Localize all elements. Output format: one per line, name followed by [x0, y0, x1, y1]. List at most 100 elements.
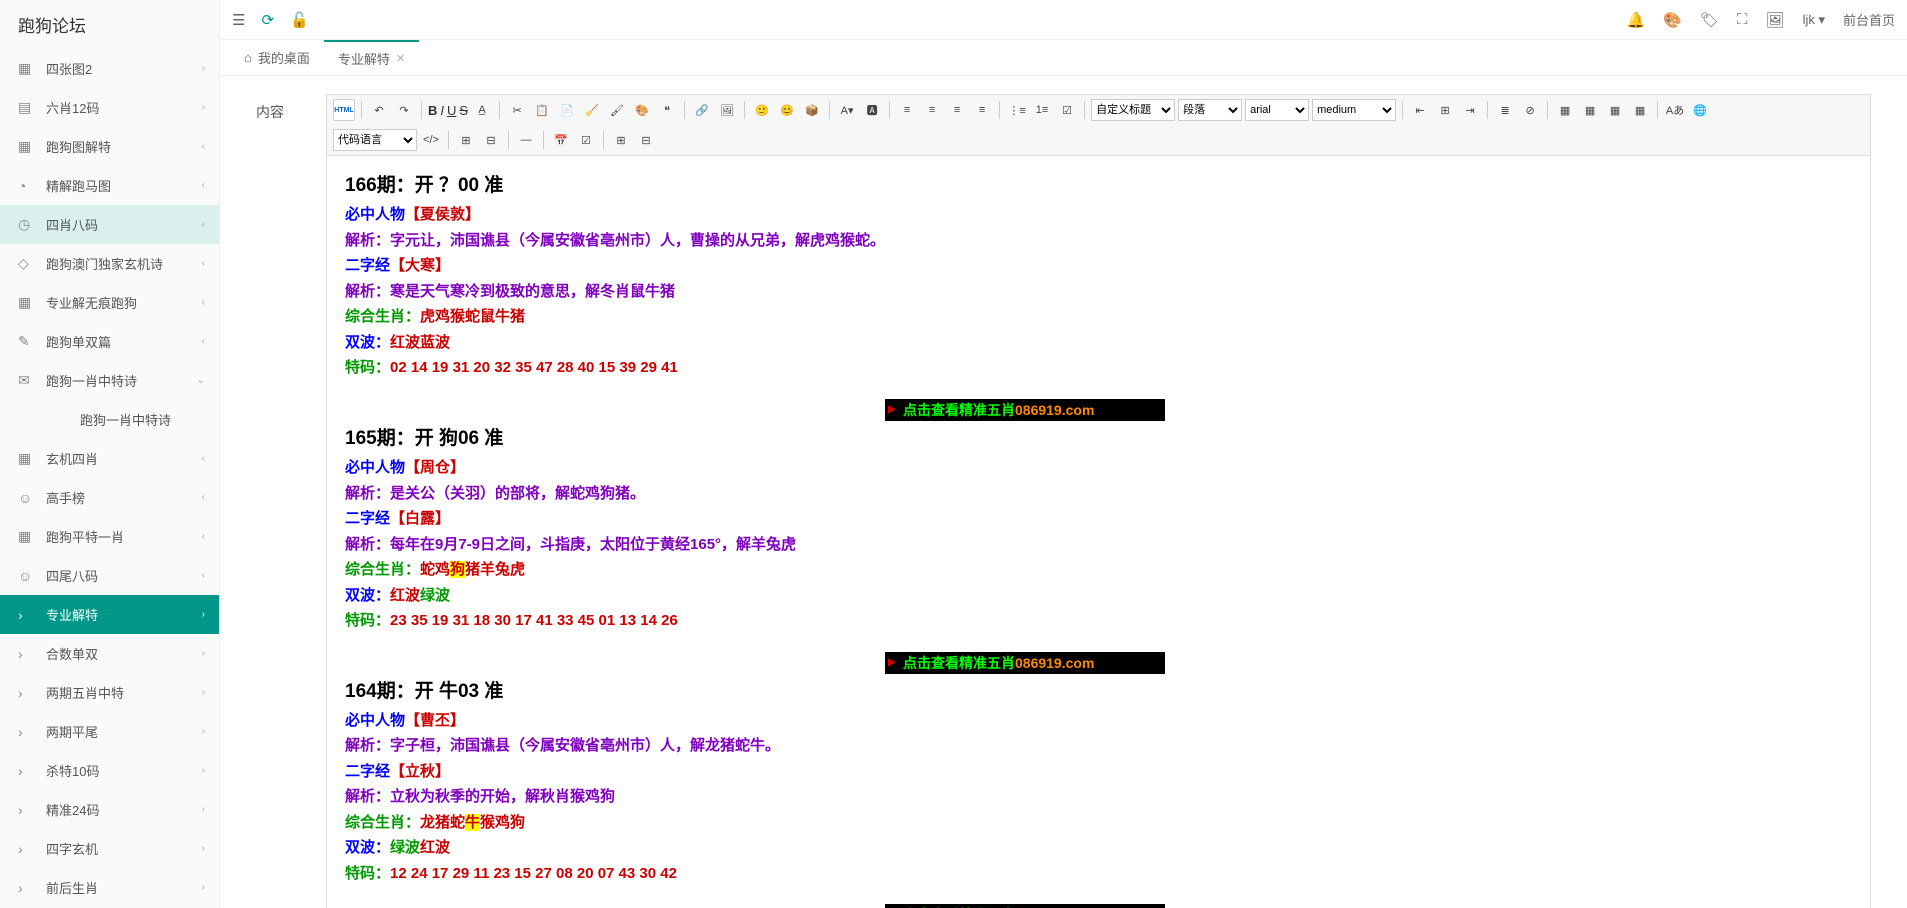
sidebar-item-8[interactable]: ✉跑狗一肖中特诗⌄: [0, 361, 219, 400]
toolbar-button[interactable]: ⊘: [1519, 99, 1541, 121]
toolbar-button[interactable]: 🅰: [861, 99, 883, 121]
toolbar-button[interactable]: ≡: [896, 99, 918, 121]
toolbar-button[interactable]: 📄: [556, 99, 578, 121]
sidebar-item-17[interactable]: ›两期平尾›: [0, 712, 219, 751]
toolbar-button[interactable]: 📦: [801, 99, 823, 121]
toolbar-button[interactable]: 📋: [531, 99, 553, 121]
refresh-icon[interactable]: ⟳: [261, 11, 274, 29]
sidebar-icon: ▦: [18, 138, 36, 155]
sidebar-item-12[interactable]: ▦ 跑狗平特一肖 ‹: [0, 517, 219, 556]
sidebar-item-7[interactable]: ✎跑狗单双篇‹: [0, 322, 219, 361]
chevron-icon: ‹: [202, 531, 205, 542]
toolbar-button[interactable]: ≡: [946, 99, 968, 121]
toolbar-button[interactable]: 😊: [776, 99, 798, 121]
close-icon[interactable]: ✕: [396, 52, 405, 65]
toolbar-button[interactable]: ≡: [921, 99, 943, 121]
username-dropdown[interactable]: ljk ▾: [1803, 12, 1825, 28]
sidebar-item-5[interactable]: ◇跑狗澳门独家玄机诗‹: [0, 244, 219, 283]
toolbar-button[interactable]: ↶: [368, 99, 390, 121]
font-select[interactable]: arial: [1245, 99, 1309, 121]
sidebar-item-0[interactable]: ▦四张图2›: [0, 49, 219, 88]
sidebar-item-14[interactable]: ›专业解特›: [0, 595, 219, 634]
sidebar-item-16[interactable]: ›两期五肖中特›: [0, 673, 219, 712]
para-select[interactable]: 段落: [1178, 99, 1242, 121]
editor-body[interactable]: 166期：开 ？00 准必中人物【夏侯敦】解析：字元让，沛国谯县（今属安徽省亳州…: [327, 156, 1870, 908]
sidebar-item-2[interactable]: ▦跑狗图解特‹: [0, 127, 219, 166]
toolbar-button[interactable]: ❝: [656, 99, 678, 121]
erji-line: 二字经【白露】: [345, 506, 1852, 532]
toolbar-button[interactable]: ✂: [506, 99, 528, 121]
sidebar-icon: ▦: [18, 528, 36, 545]
heading-select[interactable]: 自定义标题: [1091, 99, 1175, 121]
sidebar-item-19[interactable]: ›精准24码›: [0, 790, 219, 829]
toolbar-button[interactable]: ⇥: [1459, 99, 1481, 121]
toolbar-button[interactable]: 🌐: [1689, 99, 1711, 121]
html-source-button[interactable]: HTML: [333, 99, 355, 121]
sidebar-label: 跑狗平特一肖: [46, 527, 124, 546]
toolbar-button[interactable]: ⊟: [480, 129, 502, 151]
sidebar-item-13[interactable]: ☺四尾八码‹: [0, 556, 219, 595]
tab-0[interactable]: ⌂我的桌面: [230, 40, 324, 75]
toolbar-button[interactable]: 🖌: [606, 99, 628, 121]
sidebar-item-9[interactable]: 跑狗一肖中特诗: [0, 400, 219, 439]
sidebar-label: 跑狗澳门独家玄机诗: [46, 254, 163, 273]
toolbar-button[interactable]: ⊞: [455, 129, 477, 151]
promo-banner[interactable]: 点击查看精准五肖086919.com: [885, 904, 1165, 908]
toolbar-button[interactable]: —: [515, 129, 537, 151]
toolbar-button[interactable]: </>: [420, 129, 442, 151]
sidebar-item-18[interactable]: ›杀特10码›: [0, 751, 219, 790]
fullscreen-icon[interactable]: ⛶: [1737, 11, 1748, 28]
sidebar-item-15[interactable]: ›合数单双›: [0, 634, 219, 673]
image-icon[interactable]: 🖼: [1766, 11, 1785, 29]
sidebar-item-20[interactable]: ›四字玄机›: [0, 829, 219, 868]
toolbar-button[interactable]: 🧹: [581, 99, 603, 121]
sidebar-item-1[interactable]: ▤六肖12码›: [0, 88, 219, 127]
toolbar-button[interactable]: ▦: [1604, 99, 1626, 121]
toolbar-button[interactable]: A̲: [471, 99, 493, 121]
toolbar-button[interactable]: ≡: [971, 99, 993, 121]
toolbar-button[interactable]: ↷: [393, 99, 415, 121]
tab-1[interactable]: 专业解特✕: [324, 40, 419, 75]
size-select[interactable]: medium: [1312, 99, 1396, 121]
sidebar-item-4[interactable]: ◷四肖八码‹: [0, 205, 219, 244]
promo-banner[interactable]: 点击查看精准五肖086919.com: [885, 652, 1165, 674]
toolbar-button[interactable]: ⊞: [1434, 99, 1456, 121]
code-lang-select[interactable]: 代码语言: [333, 129, 417, 151]
toolbar-button[interactable]: ☑: [575, 129, 597, 151]
toolbar-button[interactable]: ▦: [1579, 99, 1601, 121]
chevron-icon: ›: [202, 843, 205, 854]
chevron-icon: ‹: [202, 336, 205, 347]
toolbar-button[interactable]: ⋮≡: [1006, 99, 1028, 121]
toolbar-button[interactable]: ⊟: [635, 129, 657, 151]
toolbar-button[interactable]: ⊞: [610, 129, 632, 151]
toolbar-button[interactable]: 🖼: [716, 99, 738, 121]
promo-banner[interactable]: 点击查看精准五肖086919.com: [885, 399, 1165, 421]
sidebar-item-3[interactable]: ◔精解跑马图‹: [0, 166, 219, 205]
toolbar-button[interactable]: ⇤: [1409, 99, 1431, 121]
palette-icon[interactable]: 🎨: [1663, 11, 1682, 29]
sidebar-icon: ›: [18, 802, 36, 818]
menu-toggle-icon[interactable]: ☰: [232, 11, 245, 29]
bell-icon[interactable]: 🔔: [1627, 11, 1646, 29]
toolbar-button[interactable]: ≣: [1494, 99, 1516, 121]
toolbar-button[interactable]: 🙂: [751, 99, 773, 121]
sidebar-item-11[interactable]: ☺高手榜‹: [0, 478, 219, 517]
sidebar-label: 精准24码: [46, 800, 99, 819]
toolbar-button[interactable]: Aあ: [1664, 99, 1686, 121]
sidebar-icon: ✎: [18, 333, 36, 350]
toolbar-button[interactable]: 🎨: [631, 99, 653, 121]
tag-icon[interactable]: 🏷: [1700, 11, 1719, 29]
toolbar-button[interactable]: 1≡: [1031, 99, 1053, 121]
sidebar-item-10[interactable]: ▦玄机四肖‹: [0, 439, 219, 478]
sidebar-item-21[interactable]: ›前后生肖›: [0, 868, 219, 907]
frontend-link[interactable]: 前台首页: [1843, 10, 1895, 29]
toolbar-button[interactable]: ▦: [1629, 99, 1651, 121]
sidebar-item-6[interactable]: ▦专业解无痕跑狗‹: [0, 283, 219, 322]
toolbar-button[interactable]: ☑: [1056, 99, 1078, 121]
chevron-icon: ‹: [202, 258, 205, 269]
toolbar-button[interactable]: ▦: [1554, 99, 1576, 121]
toolbar-button[interactable]: 🔗: [691, 99, 713, 121]
toolbar-button[interactable]: 📅: [550, 129, 572, 151]
toolbar-button[interactable]: A▾: [836, 99, 858, 121]
lock-icon[interactable]: 🔓: [290, 11, 309, 29]
